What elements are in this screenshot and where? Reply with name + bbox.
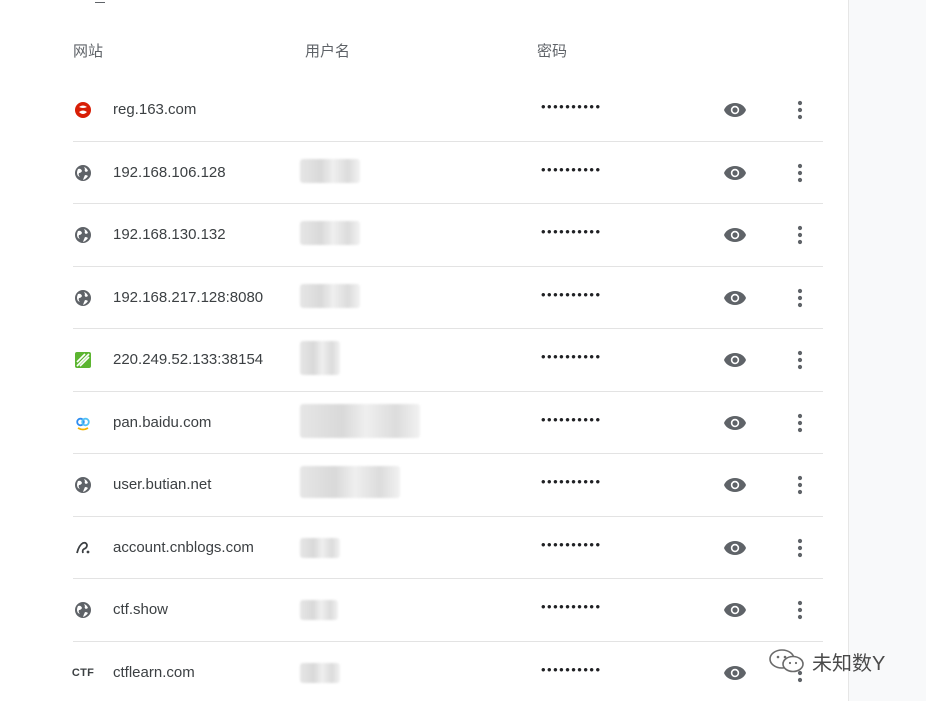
password-row[interactable]: 192.168.130.132 •••••••••• [0, 204, 848, 267]
globe-icon [73, 475, 93, 495]
column-header-password: 密码 [537, 40, 567, 61]
globe-icon [73, 288, 93, 308]
show-password-button[interactable] [720, 534, 750, 562]
eye-icon [723, 415, 747, 431]
show-password-button[interactable] [720, 409, 750, 437]
username-redacted [300, 663, 340, 683]
password-row[interactable]: 220.249.52.133:38154 •••••••••• [0, 329, 848, 392]
show-password-button[interactable] [720, 659, 750, 687]
more-vert-icon [797, 538, 803, 558]
more-vert-icon [797, 163, 803, 183]
site-url[interactable]: ctf.show [113, 601, 168, 618]
username-redacted [300, 341, 340, 375]
globe-icon [73, 600, 93, 620]
password-row[interactable]: account.cnblogs.com •••••••••• [0, 517, 848, 580]
password-mask: •••••••••• [541, 412, 602, 427]
site-url[interactable]: account.cnblogs.com [113, 539, 254, 556]
more-actions-button[interactable] [788, 284, 812, 312]
site-url[interactable]: 192.168.217.128:8080 [113, 289, 263, 306]
site-url[interactable]: pan.baidu.com [113, 414, 211, 431]
password-mask: •••••••••• [541, 287, 602, 302]
ctf-icon-text: CTF [72, 667, 94, 679]
more-actions-button[interactable] [788, 409, 812, 437]
password-mask: •••••••••• [541, 162, 602, 177]
eye-icon [723, 352, 747, 368]
password-mask: •••••••••• [541, 99, 602, 114]
eye-icon [723, 227, 747, 243]
show-password-button[interactable] [720, 96, 750, 124]
eye-icon [723, 290, 747, 306]
username-redacted [300, 284, 360, 308]
password-row[interactable]: ctf.show •••••••••• [0, 579, 848, 642]
cnblogs-icon [73, 538, 93, 558]
password-row[interactable]: user.butian.net •••••••••• [0, 454, 848, 517]
baidu-pan-icon [73, 413, 93, 433]
password-mask: •••••••••• [541, 662, 602, 677]
watermark: 未知数Y [766, 645, 885, 677]
username-redacted [300, 600, 338, 620]
more-actions-button[interactable] [788, 471, 812, 499]
more-vert-icon [797, 288, 803, 308]
saved-passwords-list: reg.163.com •••••••••• 192.168.106.128 •… [0, 79, 848, 704]
top-edge-fragment [95, 0, 105, 3]
more-actions-button[interactable] [788, 221, 812, 249]
show-password-button[interactable] [720, 284, 750, 312]
right-side-panel [848, 0, 926, 701]
password-list-header: 网站 用户名 密码 [0, 40, 848, 62]
site-url[interactable]: reg.163.com [113, 101, 196, 118]
wechat-icon [766, 647, 806, 675]
more-actions-button[interactable] [788, 596, 812, 624]
ctf-icon: CTF [73, 663, 93, 683]
more-actions-button[interactable] [788, 534, 812, 562]
username-redacted [300, 466, 400, 498]
password-row[interactable]: reg.163.com •••••••••• [0, 79, 848, 142]
show-password-button[interactable] [720, 346, 750, 374]
password-mask: •••••••••• [541, 224, 602, 239]
username-redacted [300, 404, 420, 438]
eye-icon [723, 165, 747, 181]
eye-icon [723, 102, 747, 118]
password-mask: •••••••••• [541, 474, 602, 489]
password-mask: •••••••••• [541, 537, 602, 552]
more-actions-button[interactable] [788, 159, 812, 187]
show-password-button[interactable] [720, 159, 750, 187]
password-mask: •••••••••• [541, 349, 602, 364]
leaf-icon [73, 350, 93, 370]
site-url[interactable]: ctflearn.com [113, 664, 195, 681]
username-redacted [300, 159, 360, 183]
username-redacted [300, 538, 340, 558]
show-password-button[interactable] [720, 471, 750, 499]
more-vert-icon [797, 100, 803, 120]
column-header-username: 用户名 [305, 40, 350, 61]
show-password-button[interactable] [720, 221, 750, 249]
more-vert-icon [797, 600, 803, 620]
more-vert-icon [797, 350, 803, 370]
site-url[interactable]: 220.249.52.133:38154 [113, 351, 263, 368]
eye-icon [723, 602, 747, 618]
site-url[interactable]: 192.168.106.128 [113, 164, 226, 181]
password-mask: •••••••••• [541, 599, 602, 614]
globe-icon [73, 225, 93, 245]
username-redacted [300, 221, 360, 245]
eye-icon [723, 477, 747, 493]
netease-icon [73, 100, 93, 120]
globe-icon [73, 163, 93, 183]
password-row[interactable]: pan.baidu.com •••••••••• [0, 392, 848, 455]
site-url[interactable]: 192.168.130.132 [113, 226, 226, 243]
eye-icon [723, 665, 747, 681]
eye-icon [723, 540, 747, 556]
column-header-site: 网站 [73, 40, 103, 61]
site-url[interactable]: user.butian.net [113, 476, 211, 493]
more-vert-icon [797, 413, 803, 433]
password-row[interactable]: 192.168.106.128 •••••••••• [0, 142, 848, 205]
show-password-button[interactable] [720, 596, 750, 624]
password-row[interactable]: 192.168.217.128:8080 •••••••••• [0, 267, 848, 330]
more-vert-icon [797, 475, 803, 495]
more-vert-icon [797, 225, 803, 245]
more-actions-button[interactable] [788, 346, 812, 374]
more-actions-button[interactable] [788, 96, 812, 124]
watermark-text: 未知数Y [812, 647, 885, 676]
password-row[interactable]: CTF ctflearn.com •••••••••• [0, 642, 848, 704]
